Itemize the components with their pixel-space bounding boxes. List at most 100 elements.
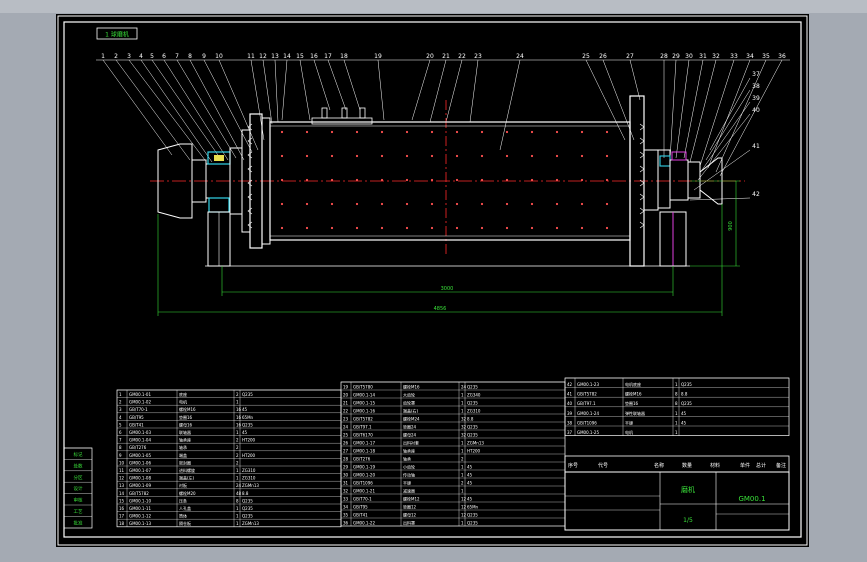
bolt-hole [480, 154, 484, 158]
bolt-hole [530, 154, 534, 158]
bom-cell: 齿轮罩 [403, 399, 415, 405]
bolt-hole [480, 226, 484, 230]
bom-cell: 13 [119, 483, 125, 488]
bolt-hole [355, 130, 359, 134]
bolt-hole [355, 202, 359, 206]
bolt-hole [280, 178, 284, 182]
balloon-9: 9 [202, 53, 206, 60]
bolt-hole [280, 226, 284, 230]
bom-cell: 48 [236, 491, 242, 496]
bom-cell: 平键 [403, 479, 411, 485]
balloon-12: 12 [259, 53, 267, 60]
bom-cell: GB/T5782 [577, 392, 597, 397]
bom-cell: 35 [343, 512, 349, 517]
bom-cell: 16 [236, 407, 242, 412]
bom-cell: HT200 [242, 438, 256, 443]
bom-cell: Q235 [242, 514, 253, 519]
bolt-hole [380, 178, 384, 182]
bom-cell: 密封圈 [179, 459, 191, 465]
bom-cell: GM00.1-09 [129, 483, 151, 488]
bolt-hole [355, 154, 359, 158]
bom-cell: 进料螺旋 [179, 467, 195, 473]
balloon-1: 1 [101, 53, 105, 60]
bom-cell: 27 [343, 448, 349, 453]
bom-cell: GB/T95 [353, 504, 368, 509]
bom-cell: Q235 [681, 382, 692, 387]
balloon-8: 8 [188, 53, 192, 60]
bom-cell: 32 [461, 416, 467, 421]
bom-header-3: 数量 [682, 462, 692, 469]
bom-cell: 38 [567, 420, 573, 425]
bolt-hole [380, 202, 384, 206]
bolt-hole [430, 154, 434, 158]
bom-cell: 12 [461, 512, 467, 517]
bom-cell: 22 [343, 408, 349, 413]
bom-cell: 出料罩 [403, 519, 415, 525]
stamp-cell: 标记 [74, 451, 83, 458]
bolt-hole [305, 202, 309, 206]
balloon-3: 3 [127, 53, 131, 60]
bom-cell: GM00.1-03 [129, 430, 151, 435]
bom-cell: 19 [343, 384, 349, 389]
bom-cell: GB/T97.1 [353, 424, 372, 429]
cad-viewport: 1 球磨机 1 2 3 4 5 6 7 8 9 10 11 12 13 14 15 16 17 18 19 20 21 2… [0, 0, 867, 562]
bom-cell: 33 [343, 496, 349, 501]
stamp-cell: 设计 [74, 485, 83, 492]
bom-cell: Q235 [242, 422, 253, 427]
bom-header-4: 材料 [710, 462, 720, 469]
bom-cell: 螺母16 [179, 421, 193, 427]
bom-cell: GB/T70-1 [129, 407, 148, 412]
bom-cell: GM00.1-24 [577, 411, 599, 416]
balloon-17: 17 [324, 53, 332, 60]
bom-cell: ZG340 [467, 392, 481, 397]
bolt-hole [280, 154, 284, 158]
bom-cell: 12 [119, 476, 125, 481]
balloon-29: 29 [672, 53, 680, 60]
bom-cell: 12 [461, 504, 467, 509]
bom-cell: 电机 [625, 429, 633, 435]
bolt-hole [505, 226, 509, 230]
bom-cell: 32 [461, 424, 467, 429]
bolt-hole [330, 154, 334, 158]
bom-cell: Q235 [467, 520, 478, 525]
bom-cell: GM00.1-16 [353, 408, 375, 413]
bolt-hole [280, 130, 284, 134]
bom-cell: 20 [343, 392, 349, 397]
bolt-hole [580, 154, 584, 158]
bom-cell: GB/T5782 [353, 416, 373, 421]
balloon-19: 19 [374, 53, 382, 60]
balloon-21: 21 [442, 53, 450, 60]
bom-cell: GM00.1-22 [353, 520, 375, 525]
bom-cell: 电机 [179, 399, 187, 405]
bolt-hole [455, 130, 459, 134]
bolt-hole [605, 130, 609, 134]
balloon-27: 27 [626, 53, 634, 60]
bom-cell: 平键 [625, 419, 633, 425]
bolt-hole [530, 178, 534, 182]
bolt-hole [305, 154, 309, 158]
bom-cell: 螺栓M24 [403, 415, 420, 421]
balloon-7: 7 [175, 53, 179, 60]
bom-cell: 垫圈16 [179, 414, 193, 420]
dim-overall-width: 4856 [434, 306, 447, 312]
bom-cell: 螺母24 [403, 431, 417, 437]
bom-cell: GB/T70-1 [353, 496, 372, 501]
bom-cell: 轴承 [179, 444, 187, 450]
bom-cell: 轴承座 [179, 437, 191, 443]
bolt-hole [530, 130, 534, 134]
bom-cell: 29 [343, 464, 349, 469]
bom-cell: GM00.1-21 [353, 488, 375, 493]
balloon-42: 42 [752, 191, 760, 198]
bom-cell: 14 [119, 491, 125, 496]
balloon-37: 37 [752, 71, 760, 78]
bolt-hole [555, 178, 559, 182]
bolt-hole [580, 130, 584, 134]
bolt-hole [430, 226, 434, 230]
bom-cell: 40 [567, 401, 573, 406]
bolt-hole [555, 202, 559, 206]
balloon-16: 16 [310, 53, 318, 60]
bolt-hole [555, 154, 559, 158]
bolt-hole [505, 202, 509, 206]
bom-cell: 出料衬套 [403, 439, 419, 445]
bom-cell: GM00.1-17 [353, 440, 375, 445]
